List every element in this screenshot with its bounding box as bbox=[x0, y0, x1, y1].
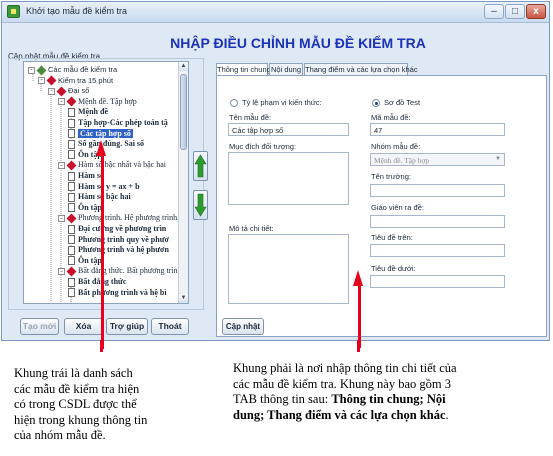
left-note-line: hiện trong khung thông tin bbox=[14, 412, 148, 427]
right-note-bold: dung; Thang điểm và các lựa chọn khác bbox=[233, 407, 446, 422]
right-note-line: TAB thông tin sau: Thông tin chung; Nội bbox=[233, 392, 549, 408]
right-arrowhead-icon bbox=[353, 270, 363, 286]
left-note-line: của nhóm mẫu đề. bbox=[14, 428, 106, 442]
right-note-line: Khung phải là nơi nhập thông tin chi tiế… bbox=[233, 361, 457, 375]
left-note-line: có trong CSDL được thể bbox=[14, 397, 137, 411]
left-annotation: Khung trái là danh sách các mẫu đề kiểm … bbox=[14, 366, 204, 444]
right-note-end: . bbox=[445, 407, 449, 422]
left-arrowhead-icon bbox=[96, 140, 106, 156]
left-note-line: các mẫu đề kiểm tra hiện bbox=[14, 381, 140, 396]
right-note-plain: TAB thông tin sau: bbox=[233, 392, 332, 406]
right-annotation: Khung phải là nơi nhập thông tin chi tiế… bbox=[233, 361, 549, 423]
right-note-bold: Thông tin chung; Nội bbox=[331, 392, 446, 406]
right-note-line: dung; Thang điểm và các lựa chọn khác. bbox=[233, 408, 549, 424]
left-note-line: Khung trái là danh sách bbox=[14, 366, 133, 380]
right-note-line: các mẫu đề kiểm tra. Khung này bao gồm 3 bbox=[233, 376, 451, 391]
